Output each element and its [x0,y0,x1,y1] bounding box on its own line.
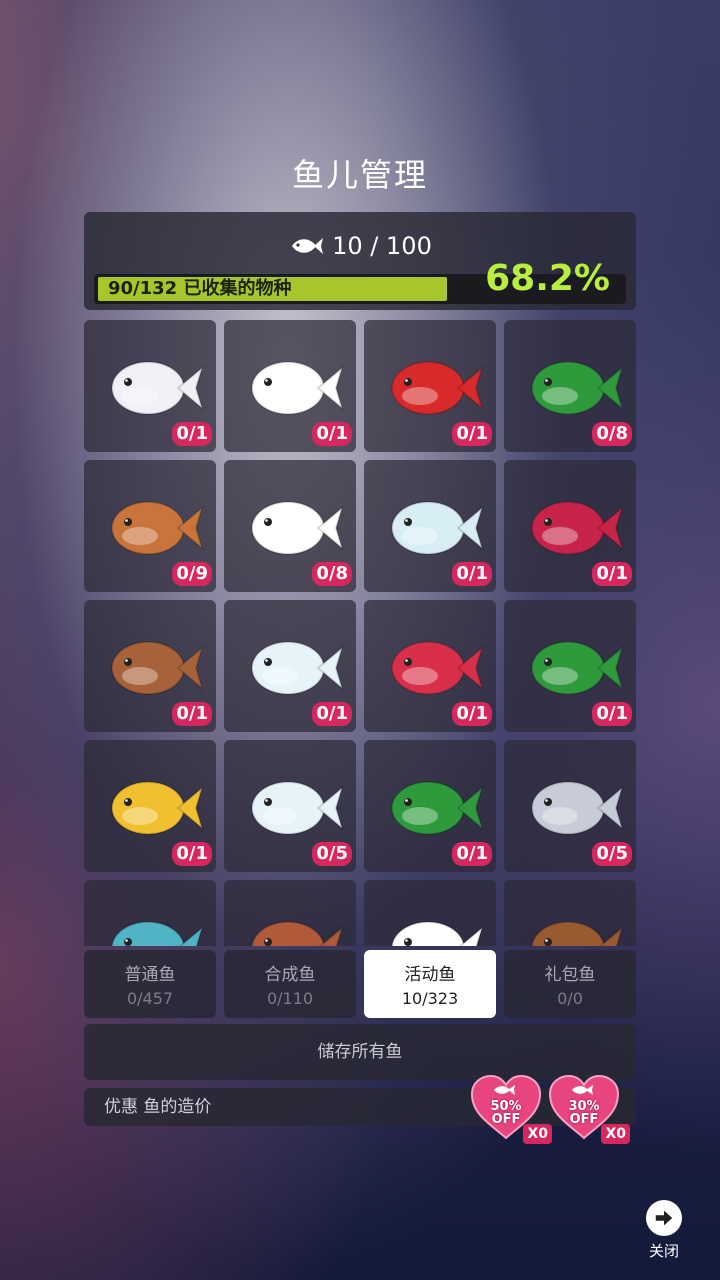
fish-count-badge: 0/8 [312,562,352,586]
fish-card[interactable]: 0/1 [84,600,216,732]
discount-label: 优惠 鱼的造价 [104,1097,212,1117]
coupon-text: 30% OFF [548,1100,620,1126]
fish-count-badge: 0/1 [172,422,212,446]
tab-merged-fish[interactable]: 合成鱼 0/110 [224,950,356,1018]
tab-count: 10/323 [401,989,459,1008]
close-label: 关闭 [648,1242,679,1260]
tab-label: 礼包鱼 [544,965,596,985]
fish-card[interactable]: 0/8 [504,320,636,452]
fish-count-badge: 0/1 [452,842,492,866]
fish-count-badge: 0/1 [172,702,212,726]
tab-gift-pack-fish[interactable]: 礼包鱼 0/0 [504,950,636,1018]
fish-count-badge: 0/1 [452,562,492,586]
fish-card[interactable]: 0/1 [504,600,636,732]
fish-card[interactable] [224,880,356,946]
store-all-fish-button[interactable]: 储存所有鱼 [84,1024,636,1080]
tab-event-fish[interactable]: 活动鱼 10/323 [364,950,496,1018]
fish-count-badge: 0/1 [172,842,212,866]
snowman-bird-fish-icon [391,921,484,946]
fish-card[interactable]: 0/1 [364,460,496,592]
coupon-30-off[interactable]: 30% OFF X0 [548,1074,630,1146]
collection-percent: 68.2% [485,258,610,299]
snowglobe-turtle-icon [111,921,204,946]
reindeer-manta-icon [531,921,624,946]
fish-grid: 0/1 0/1 0/1 0/8 0/9 0/8 0/1 0/1 0/1 0/1 0/1 0/1 0/1 0… [84,320,636,946]
fish-count-badge: 0/1 [312,422,352,446]
fish-card[interactable]: 0/1 [364,600,496,732]
fish-card[interactable]: 0/9 [84,460,216,592]
fish-card[interactable]: 0/1 [84,320,216,452]
fish-count: 10 / 100 [84,232,636,260]
tab-count: 0/110 [266,989,314,1008]
fish-card[interactable]: 0/5 [224,740,356,872]
fish-card[interactable]: 0/1 [224,600,356,732]
tab-normal-fish[interactable]: 普通鱼 0/457 [84,950,216,1018]
fish-count-badge: 0/5 [592,842,632,866]
antler-fish-icon [251,921,344,946]
fish-icon [292,238,324,254]
coupon-quantity: X0 [601,1124,630,1144]
coupon-text: 50% OFF [470,1100,542,1126]
tab-count: 0/0 [557,989,583,1008]
fish-card[interactable] [364,880,496,946]
fish-count-badge: 0/1 [452,702,492,726]
tab-label: 活动鱼 [404,965,456,985]
page-title: 鱼儿管理 [291,156,428,194]
fish-card[interactable] [84,880,216,946]
fish-card[interactable]: 0/1 [224,320,356,452]
close-button[interactable]: 关闭 [640,1200,688,1261]
fish-grid-scroll[interactable]: 0/1 0/1 0/1 0/8 0/9 0/8 0/1 0/1 0/1 0/1 0/1 0/1 0/1 0… [84,320,636,946]
fish-count-badge: 0/1 [592,562,632,586]
arrow-right-icon [646,1200,682,1236]
fish-card[interactable]: 0/5 [504,740,636,872]
fish-card[interactable]: 0/1 [364,320,496,452]
fish-card[interactable]: 0/8 [224,460,356,592]
fish-category-tabs: 普通鱼 0/457 合成鱼 0/110 活动鱼 10/323 礼包鱼 0/0 [84,950,636,1018]
fish-count-badge: 0/5 [312,842,352,866]
tab-label: 合成鱼 [264,965,316,985]
fish-count-badge: 0/1 [592,702,632,726]
fish-card[interactable] [504,880,636,946]
fish-card[interactable]: 0/1 [84,740,216,872]
coupon-50-off[interactable]: 50% OFF X0 [470,1074,552,1146]
fish-count-badge: 0/8 [592,422,632,446]
fish-card[interactable]: 0/1 [504,460,636,592]
fish-card[interactable]: 0/1 [364,740,496,872]
tab-count: 0/457 [126,989,174,1008]
fish-count-value: 10 / 100 [332,232,432,260]
collection-stats-panel: 10 / 100 90/132 已收集的物种 68.2% [84,212,636,310]
fish-count-badge: 0/1 [312,702,352,726]
tab-label: 普通鱼 [124,965,176,985]
collection-progress-label: 90/132 已收集的物种 [108,278,292,299]
fish-count-badge: 0/9 [172,562,212,586]
fish-count-badge: 0/1 [452,422,492,446]
